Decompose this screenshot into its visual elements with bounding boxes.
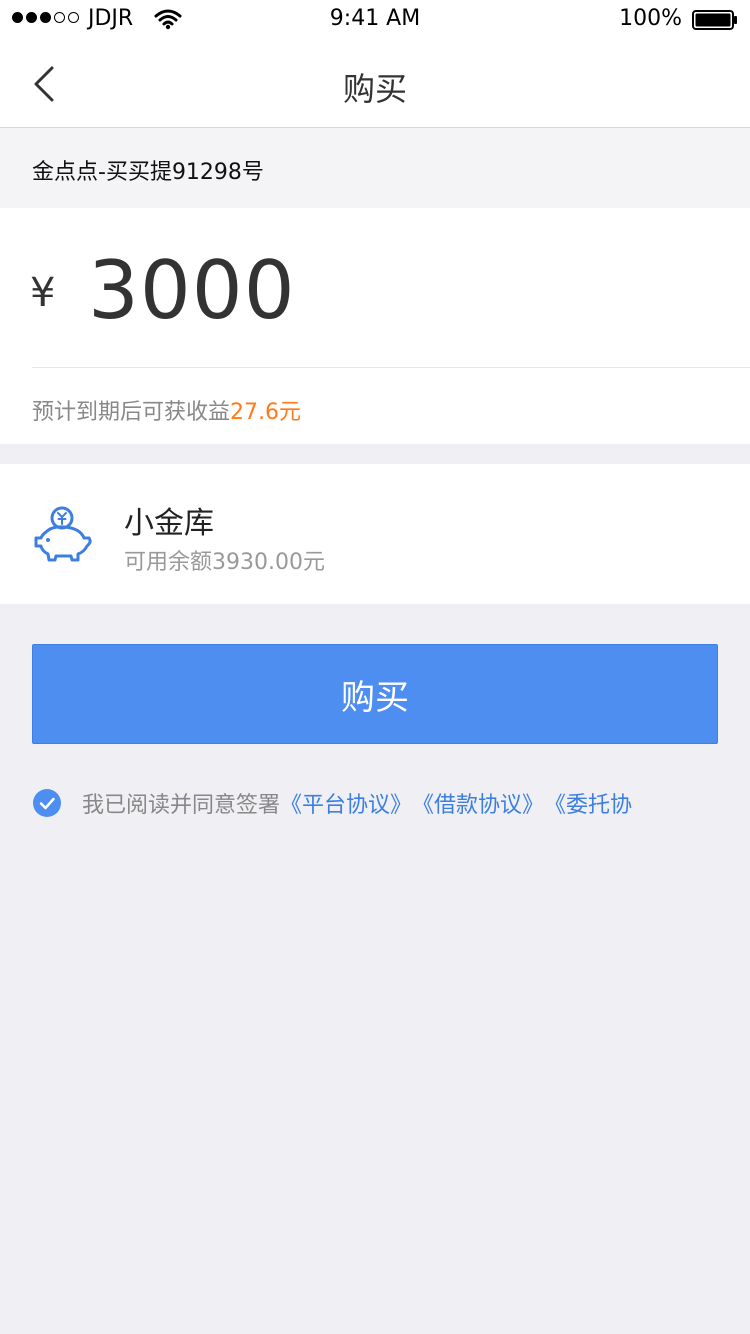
expected-income: 预计到期后可获收益27.6元 xyxy=(32,394,301,426)
divider xyxy=(32,367,750,368)
payment-account-card[interactable]: 小金库 可用余额3930.00元 xyxy=(0,464,750,604)
account-name: 小金库 xyxy=(124,506,214,541)
amount-card: ¥ 3000 预计到期后可获收益27.6元 xyxy=(0,208,750,444)
expected-income-value: 27.6元 xyxy=(230,400,302,425)
account-balance: 可用余额3930.00元 xyxy=(124,550,325,575)
piggy-bank-icon xyxy=(34,506,92,562)
currency-symbol: ¥ xyxy=(30,270,56,316)
platform-agreement-link[interactable]: 《平台协议》 xyxy=(280,787,412,819)
loan-agreement-link[interactable]: 《借款协议》 xyxy=(412,787,544,819)
amount-input[interactable]: 3000 xyxy=(88,244,296,337)
product-name: 金点点-买买提91298号 xyxy=(32,160,264,185)
agreement-row: 我已阅读并同意签署 《平台协议》 《借款协议》 《委托协 xyxy=(32,786,750,820)
expected-income-label: 预计到期后可获收益 xyxy=(32,400,231,425)
checkbox-checked-icon[interactable] xyxy=(32,788,62,818)
status-bar: JDJR 9:41 AM 100% xyxy=(0,0,750,40)
battery-icon xyxy=(692,10,737,30)
battery-percentage: 100% xyxy=(619,6,682,31)
product-header: 金点点-买买提91298号 xyxy=(0,128,750,208)
page-title: 购买 xyxy=(342,70,407,108)
entrust-agreement-link[interactable]: 《委托协 xyxy=(544,787,632,819)
buy-button[interactable]: 购买 xyxy=(32,644,718,744)
agreement-text: 我已阅读并同意签署 xyxy=(82,793,281,818)
navigation-bar: 购买 xyxy=(0,40,750,128)
